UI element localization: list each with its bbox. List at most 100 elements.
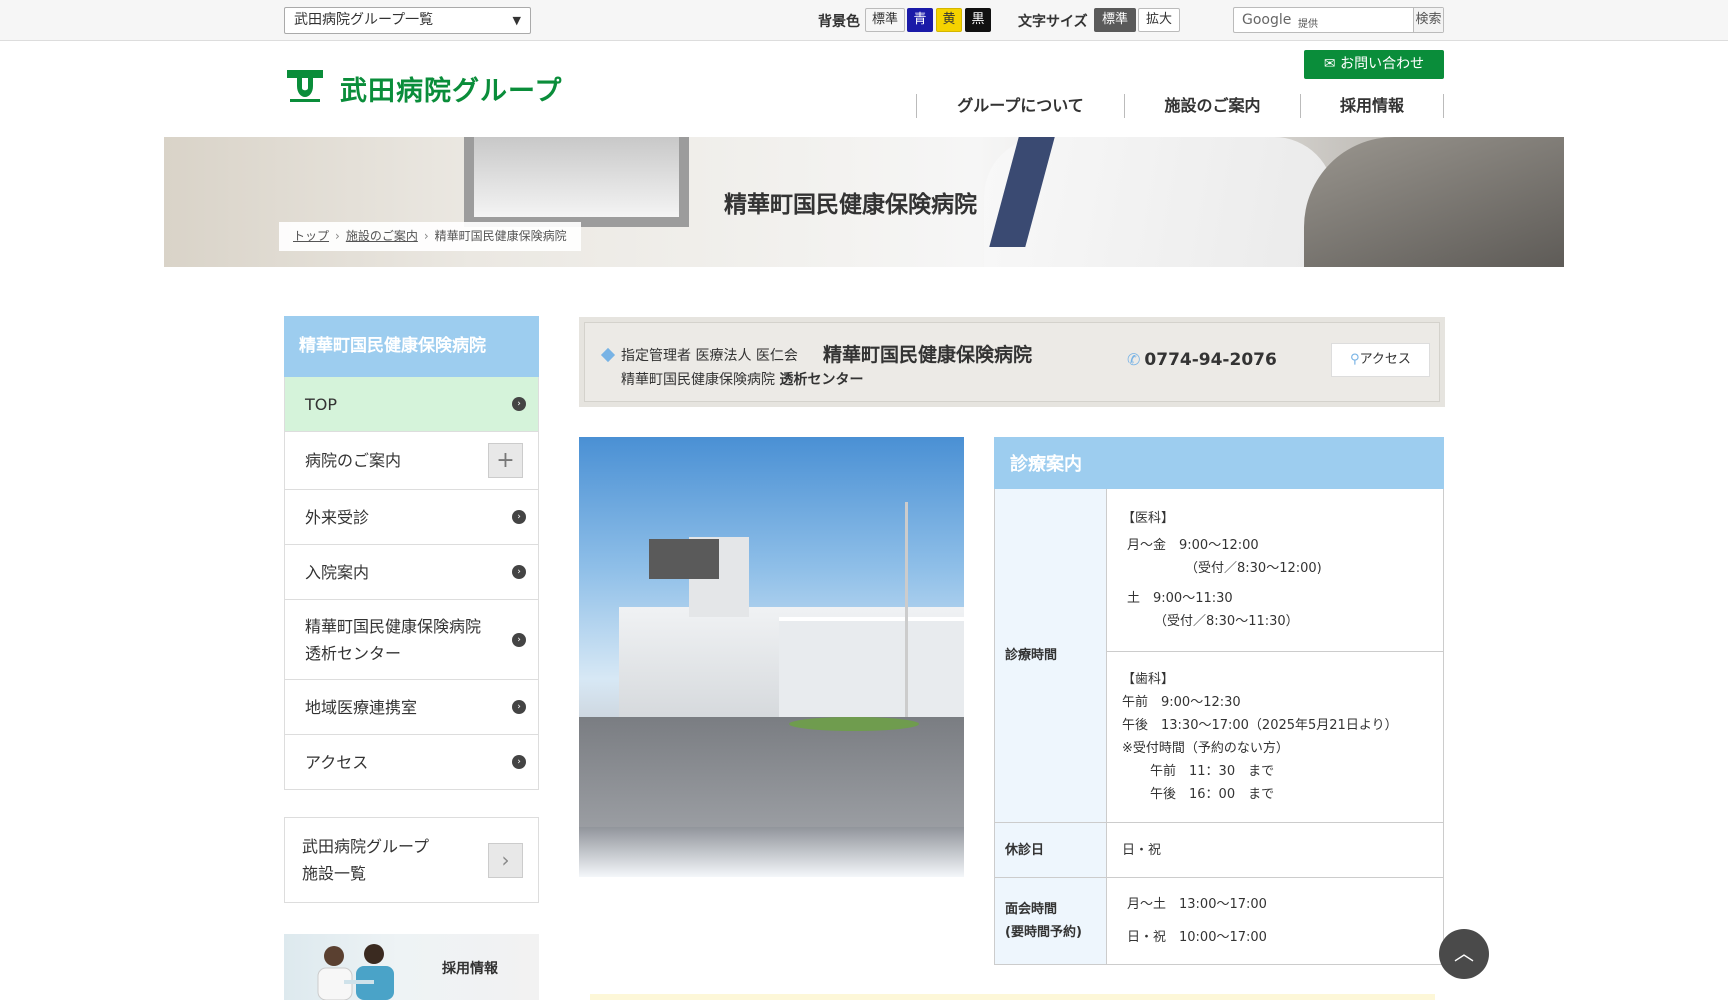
sidebar-item-label: 地域医療連携室 [305, 697, 418, 717]
nav-facilities[interactable]: 施設のご案内 [1124, 94, 1300, 118]
sidebar-item-hospital-guide[interactable]: 病院のご案内 + [284, 432, 539, 490]
sidebar-item-outpatient[interactable]: 外来受診 › [284, 490, 539, 545]
search-button[interactable]: 検索 [1413, 8, 1443, 32]
diamond-bullet-icon [600, 347, 616, 363]
expand-plus-icon[interactable]: + [488, 443, 523, 478]
dental-note: ※受付時間（予約のない方） [1122, 741, 1289, 756]
arrow-right-icon: › [512, 700, 526, 714]
lamp-pole-illustration [905, 502, 908, 732]
recruit-label: 採用情報 [442, 961, 498, 977]
group-facility-list-link[interactable]: 武田病院グループ 施設一覧 › [284, 817, 539, 903]
site-search[interactable]: Google 提供 検索 [1233, 7, 1444, 33]
recruit-banner[interactable]: 採用情報 [284, 934, 539, 1000]
medical-saturday: 土 9:00～11:30 [1127, 591, 1233, 606]
arrow-right-icon: › [512, 397, 526, 411]
chevron-right-icon: › [488, 843, 523, 878]
dental-am: 午前 9:00～12:30 [1122, 695, 1241, 710]
manager-label: 指定管理者 医療法人 医仁会 [621, 348, 798, 364]
parking-lot-illustration [579, 717, 964, 827]
dental-head: 【歯科】 [1122, 672, 1175, 687]
consultation-table: 診療案内 診療時間 【医科】 月～金 9:00～12:00 （受付／8:30～1… [994, 437, 1444, 965]
sidebar-item-access[interactable]: アクセス › [284, 735, 539, 790]
hospital-info-box: 指定管理者 医療法人 医仁会 精華町国民健康保険病院 精華町国民健康保険病院 透… [579, 317, 1445, 407]
arrow-right-icon: › [512, 755, 526, 769]
breadcrumb-separator-icon: › [335, 229, 340, 243]
sidebar-item-admission[interactable]: 入院案内 › [284, 545, 539, 600]
arrow-right-icon: › [512, 565, 526, 579]
sidebar-item-label: 入院案内 [305, 562, 370, 582]
mail-icon: ✉ [1323, 56, 1341, 72]
sidebar-item-label: 精華町国民健康保険病院 透析センター [305, 613, 481, 667]
breadcrumb: トップ › 施設のご案内 › 精華町国民健康保険病院 [279, 222, 581, 251]
medical-weekday: 月～金 9:00～12:00 [1127, 538, 1259, 553]
hours-label: 診療時間 [994, 488, 1107, 823]
logo-text: 武田病院グループ [340, 76, 563, 107]
font-standard-button[interactable]: 標準 [1094, 8, 1136, 32]
group-select-value: 武田病院グループ一覧 [294, 12, 434, 28]
visit-label-line2: (要時間予約) [1005, 925, 1082, 940]
page-title: 精華町国民健康保険病院 [724, 192, 977, 218]
dialysis-center-label: 精華町国民健康保険病院 透析センター [621, 369, 863, 389]
visit-hours: 月〜土 13:00～17:00 日・祝 10:00〜17:00 [1106, 877, 1444, 965]
contact-button[interactable]: ✉ お問い合わせ [1304, 50, 1444, 79]
provided-by-label: 提供 [1298, 19, 1318, 30]
dental-hours: 【歯科】 午前 9:00～12:30 午後 13:30〜17:00（2025年5… [1106, 651, 1444, 823]
bg-blue-button[interactable]: 青 [907, 8, 933, 32]
sidebar-item-community[interactable]: 地域医療連携室 › [284, 680, 539, 735]
breadcrumb-separator-icon: › [423, 229, 429, 243]
bg-black-button[interactable]: 黒 [965, 8, 991, 32]
bg-yellow-button[interactable]: 黄 [936, 8, 962, 32]
sidebar-item-label: アクセス [305, 752, 369, 772]
contact-label: お問い合わせ [1340, 56, 1425, 72]
phone-text: 0774-94-2076 [1144, 350, 1277, 370]
sidebar-item-dialysis[interactable]: 精華町国民健康保険病院 透析センター › [284, 600, 539, 680]
visit-label: 面会時間 (要時間予約) [994, 877, 1107, 965]
font-size-label: 文字サイズ [1018, 14, 1088, 30]
visit-weekday: 月〜土 13:00～17:00 [1127, 897, 1267, 912]
hospital-building-photo [579, 437, 964, 877]
chevron-up-icon: ︿ [1454, 941, 1474, 965]
takeda-logo-icon [287, 70, 323, 102]
sidebar-item-label: 病院のご案内 [305, 451, 402, 470]
sidebar-item-top[interactable]: TOP › [284, 377, 539, 432]
dental-note-am: 午前 11：30 まで [1150, 764, 1275, 779]
breadcrumb-facilities[interactable]: 施設のご案内 [346, 229, 418, 243]
dental-note-pm: 午後 16：00 まで [1150, 787, 1275, 802]
back-to-top-button[interactable]: ︿ [1439, 929, 1489, 979]
visit-label-line1: 面会時間 [1005, 902, 1058, 917]
sidebar-item-label-line1: 精華町国民健康保険病院 [305, 616, 482, 636]
sidebar-item-label: 外来受診 [305, 507, 370, 527]
dialysis-name: 透析センター [779, 372, 864, 388]
phone-number[interactable]: ✆ 0774-94-2076 [1127, 350, 1277, 370]
nav-recruit[interactable]: 採用情報 [1300, 94, 1444, 118]
visit-holiday: 日・祝 10:00〜17:00 [1127, 930, 1267, 945]
planting-illustration [789, 717, 919, 731]
hospital-name: 精華町国民健康保険病院 [823, 344, 1033, 366]
google-logo: Google [1242, 12, 1292, 28]
access-button[interactable]: ⚲アクセス [1331, 343, 1430, 377]
access-label: アクセス [1359, 352, 1411, 367]
font-large-button[interactable]: 拡大 [1138, 8, 1180, 32]
nav-about-group[interactable]: グループについて [916, 94, 1124, 118]
monitor-illustration [464, 137, 689, 227]
closed-label: 休診日 [994, 822, 1107, 878]
building-wing-illustration [779, 617, 964, 717]
medical-saturday-reception: （受付／8:30〜11:30） [1154, 614, 1299, 629]
bg-color-label: 背景色 [818, 14, 860, 30]
group-select[interactable]: 武田病院グループ一覧 ▼ [284, 7, 531, 34]
breadcrumb-top[interactable]: トップ [293, 229, 329, 243]
sidebar-heading: 精華町国民健康保険病院 [284, 316, 539, 377]
medical-weekday-reception: （受付／8:30～12:00) [1185, 561, 1322, 576]
bg-standard-button[interactable]: 標準 [865, 8, 905, 32]
group-list-line1: 武田病院グループ [302, 837, 430, 856]
breadcrumb-current: 精華町国民健康保険病院 [434, 229, 567, 243]
arrow-right-icon: › [512, 510, 526, 524]
staff-photo [317, 944, 394, 1000]
sidebar-item-label-line2: 透析センター [305, 643, 402, 663]
chair-illustration [1304, 137, 1564, 267]
consultation-heading: 診療案内 [994, 437, 1444, 489]
arrow-right-icon: › [512, 632, 526, 647]
closed-days: 日・祝 [1106, 822, 1444, 878]
sidebar-item-label: TOP [305, 394, 338, 414]
building-sign-illustration [649, 539, 719, 579]
